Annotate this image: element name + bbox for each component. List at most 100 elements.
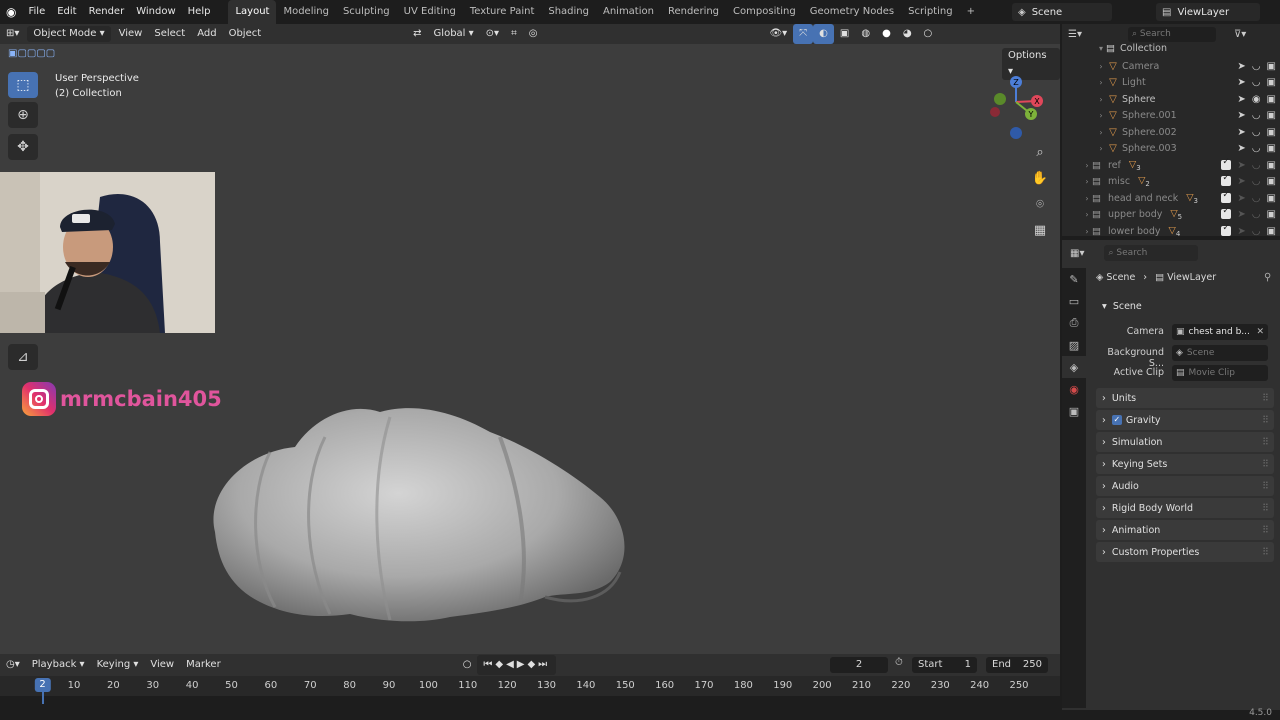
drag-handle-icon[interactable]: ⠿ — [1262, 503, 1269, 514]
expand-icon[interactable]: › — [1082, 227, 1092, 236]
expand-icon[interactable]: › — [1096, 111, 1106, 120]
camera-render-icon[interactable]: ▣ — [1267, 176, 1276, 187]
camera-render-icon[interactable]: ▣ — [1267, 127, 1276, 138]
tool-tab-icon[interactable]: ✎ — [1062, 268, 1086, 290]
pan-hand-icon[interactable]: ✋ — [1028, 166, 1052, 190]
menu-render[interactable]: Render — [83, 0, 131, 24]
outliner-collection-row[interactable]: ›▤ upper body ▽5 ➤ ◡ ▣ — [1062, 206, 1280, 224]
ortho-toggle-icon[interactable]: ▦ — [1028, 218, 1052, 242]
menu-marker[interactable]: Marker — [180, 655, 227, 675]
tab-compositing[interactable]: Compositing — [726, 0, 803, 24]
properties-search[interactable]: ⌕ Search — [1104, 245, 1199, 261]
gizmo-neg-y-axis[interactable] — [994, 93, 1006, 105]
exclude-checkbox[interactable] — [1221, 223, 1232, 236]
select-arrow-icon[interactable]: ➤ — [1237, 176, 1245, 187]
tab-geometry-nodes[interactable]: Geometry Nodes — [803, 0, 901, 24]
panel-header[interactable]: › Simulation ⠿ — [1096, 432, 1274, 452]
xray-icon[interactable]: ▣ — [834, 24, 855, 44]
exclude-checkbox[interactable] — [1221, 206, 1232, 220]
select-arrow-icon[interactable]: ➤ — [1237, 110, 1245, 121]
menu-object[interactable]: Object — [223, 24, 268, 44]
tab-modeling[interactable]: Modeling — [276, 0, 336, 24]
mode-dropdown[interactable]: Object Mode ▾ — [27, 26, 111, 42]
timeline-editor-icon[interactable]: ◷▾ — [0, 655, 26, 675]
property-field[interactable]: ▣ chest and b... ✕ — [1172, 324, 1268, 340]
menu-help[interactable]: Help — [182, 0, 217, 24]
add-workspace-button[interactable]: + — [960, 0, 982, 24]
clear-icon[interactable]: ✕ — [1256, 327, 1264, 337]
overlay-toggle-icon[interactable]: ◐ — [813, 24, 834, 44]
menu-select[interactable]: Select — [148, 24, 191, 44]
property-field[interactable]: ▤ Movie Clip — [1172, 365, 1268, 381]
select-arrow-icon[interactable]: ➤ — [1237, 77, 1245, 88]
record-icon[interactable]: ○ — [457, 655, 478, 675]
playback-controls[interactable]: ⏮◆◀▶◆⏭ — [477, 655, 557, 675]
outliner-object-row[interactable]: › ▽ Sphere.003 ➤ ◡ ▣ — [1062, 141, 1280, 158]
select-arrow-icon[interactable]: ➤ — [1237, 226, 1245, 237]
camera-render-icon[interactable]: ▣ — [1267, 226, 1276, 237]
outliner-object-row[interactable]: › ▽ Sphere.002 ➤ ◡ ▣ — [1062, 124, 1280, 141]
view-layer-selector[interactable]: ▤ ViewLayer — [1156, 3, 1260, 21]
expand-icon[interactable]: › — [1096, 128, 1106, 137]
drag-handle-icon[interactable]: ⠿ — [1262, 415, 1269, 426]
eye-icon[interactable]: ◡ — [1252, 61, 1261, 72]
outliner-collection-row[interactable]: ›▤ ref ▽3 ➤ ◡ ▣ — [1062, 157, 1280, 174]
rendered-shading-icon[interactable]: ○ — [918, 24, 939, 44]
exclude-checkbox[interactable] — [1221, 157, 1232, 170]
end-frame-field[interactable]: End 250 — [986, 657, 1048, 673]
outliner-object-row[interactable]: › ▽ Sphere ➤ ◉ ▣ — [1062, 91, 1280, 108]
tab-rendering[interactable]: Rendering — [661, 0, 726, 24]
property-field[interactable]: ◈ Scene — [1172, 344, 1268, 361]
expand-icon[interactable]: › — [1096, 78, 1106, 87]
pivot-icon[interactable]: ⊙▾ — [480, 24, 505, 44]
camera-render-icon[interactable]: ▣ — [1267, 193, 1276, 204]
eye-icon[interactable]: ◡ — [1252, 160, 1261, 171]
panel-header[interactable]: › Keying Sets ⠿ — [1096, 454, 1274, 474]
menu-timeline-view[interactable]: View — [144, 655, 180, 675]
transform-pivot-icon[interactable]: ⇄ — [407, 24, 427, 44]
editor-type-icon[interactable]: ⊞▾ — [0, 24, 25, 44]
outliner-collection-row[interactable]: ▾ ▤ Collection — [1062, 40, 1280, 57]
pin-icon[interactable]: ⚲ — [1264, 272, 1271, 283]
proportional-edit-icon[interactable]: ◎ — [523, 24, 544, 44]
camera-view-icon[interactable]: ⌾ — [1028, 192, 1052, 216]
drag-handle-icon[interactable]: ⠿ — [1262, 481, 1269, 492]
expand-icon[interactable]: › — [1082, 194, 1092, 203]
solid-shading-icon[interactable]: ● — [876, 24, 897, 44]
menu-add[interactable]: Add — [191, 24, 222, 44]
eye-icon[interactable]: ◉ — [1252, 94, 1261, 105]
menu-file[interactable]: File — [22, 0, 51, 24]
tab-layout[interactable]: Layout — [228, 0, 277, 24]
stopwatch-icon[interactable]: ⏱ — [895, 657, 903, 668]
drag-handle-icon[interactable]: ⠿ — [1262, 525, 1269, 536]
panel-header[interactable]: › Rigid Body World ⠿ — [1096, 498, 1274, 518]
expand-icon[interactable]: › — [1082, 210, 1092, 219]
outliner-collection-row[interactable]: ›▤ head and neck ▽3 ➤ ◡ ▣ — [1062, 190, 1280, 207]
blender-logo-icon[interactable]: ◉ — [0, 0, 22, 24]
zoom-icon[interactable]: ⌕ — [1028, 140, 1052, 164]
expand-icon[interactable]: › — [1096, 62, 1106, 71]
camera-render-icon[interactable]: ▣ — [1267, 94, 1276, 105]
expand-icon[interactable]: › — [1082, 161, 1092, 170]
outliner-object-row[interactable]: › ▽ Sphere.001 ➤ ◡ ▣ — [1062, 108, 1280, 125]
drag-handle-icon[interactable]: ⠿ — [1262, 547, 1269, 558]
outliner-object-row[interactable]: › ▽ Camera ➤ ◡ ▣ — [1062, 58, 1280, 75]
eye-icon[interactable]: ◡ — [1252, 209, 1261, 220]
tab-shading[interactable]: Shading — [541, 0, 596, 24]
eye-icon[interactable]: ◡ — [1252, 127, 1261, 138]
tab-texture-paint[interactable]: Texture Paint — [463, 0, 542, 24]
scene-tab-icon[interactable]: ◈ — [1062, 356, 1086, 378]
menu-window[interactable]: Window — [130, 0, 181, 24]
navigation-gizmo[interactable]: Z X Y — [984, 72, 1052, 144]
expand-icon[interactable]: › — [1096, 95, 1106, 104]
menu-playback[interactable]: Playback ▾ — [26, 655, 91, 675]
select-arrow-icon[interactable]: ➤ — [1237, 127, 1245, 138]
expand-icon[interactable]: › — [1096, 144, 1106, 153]
view-layer-tab-icon[interactable]: ▨ — [1062, 334, 1086, 356]
world-tab-icon[interactable]: ◉ — [1062, 378, 1086, 400]
panel-header[interactable]: › Animation ⠿ — [1096, 520, 1274, 540]
tab-animation[interactable]: Animation — [596, 0, 661, 24]
camera-render-icon[interactable]: ▣ — [1267, 160, 1276, 171]
eye-icon[interactable]: ◡ — [1252, 193, 1261, 204]
outliner-object-row[interactable]: › ▽ Light ➤ ◡ ▣ — [1062, 75, 1280, 92]
